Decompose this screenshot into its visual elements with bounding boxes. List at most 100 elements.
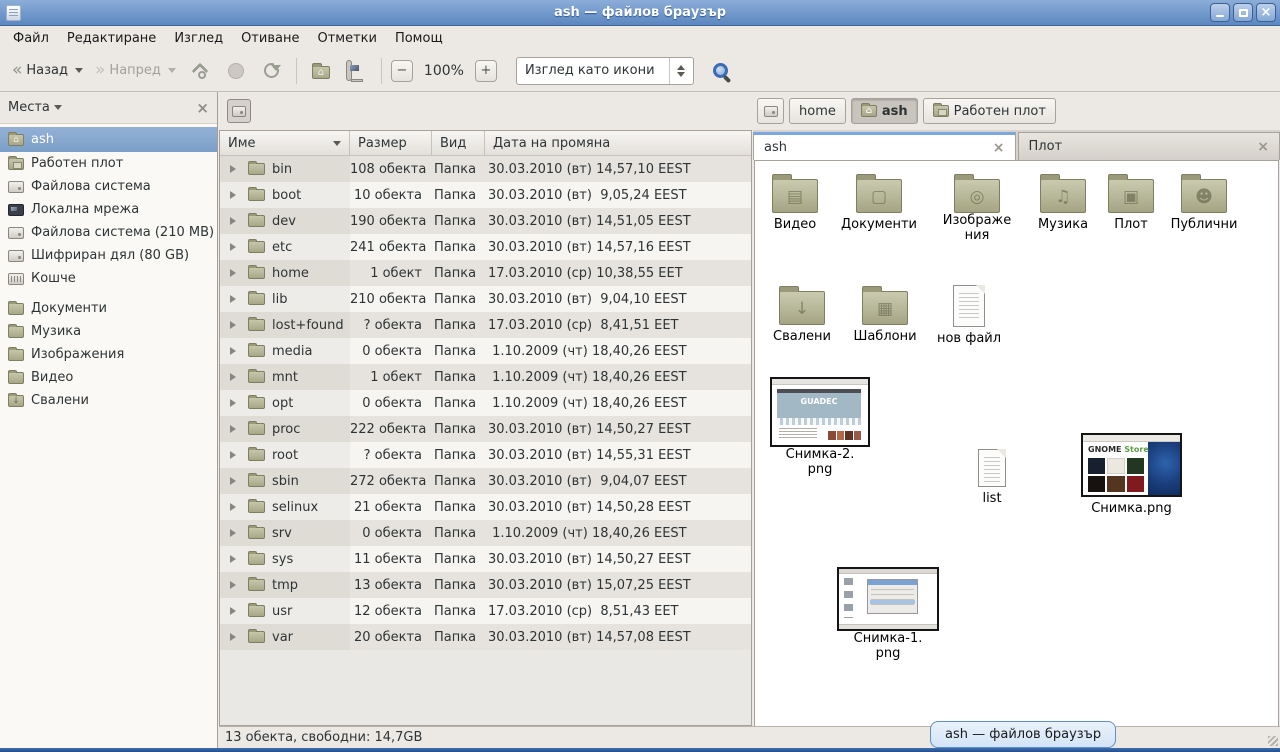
expander-icon[interactable] bbox=[230, 243, 236, 251]
computer-button[interactable] bbox=[340, 56, 374, 86]
root-drive-button[interactable] bbox=[227, 99, 251, 123]
folder-item-downloads[interactable]: ↓ Свалени bbox=[766, 285, 838, 344]
path-button-home[interactable]: home bbox=[789, 98, 846, 124]
table-row[interactable]: lost+found ? обекта Папка 17.03.2010 (ср… bbox=[220, 312, 751, 338]
menu-item[interactable]: Изглед bbox=[165, 28, 232, 49]
menu-item[interactable]: Редактиране bbox=[58, 28, 165, 49]
table-row[interactable]: opt 0 обекта Папка 1.10.2009 (чт) 18,40,… bbox=[220, 390, 751, 416]
home-button[interactable]: ⌂ bbox=[304, 56, 338, 86]
expander-icon[interactable] bbox=[230, 451, 236, 459]
view-mode-select[interactable]: Изглед като икони bbox=[516, 57, 694, 85]
sidebar-item[interactable]: Файлова система (210 MB) bbox=[0, 221, 217, 244]
expander-icon[interactable] bbox=[230, 191, 236, 199]
tab-close-icon[interactable]: × bbox=[1257, 139, 1269, 155]
column-header-size[interactable]: Размер bbox=[350, 131, 432, 155]
close-button[interactable]: × bbox=[1256, 3, 1276, 22]
table-row[interactable]: srv 0 обекта Папка 1.10.2009 (чт) 18,40,… bbox=[220, 520, 751, 546]
expander-icon[interactable] bbox=[230, 529, 236, 537]
folder-item-video[interactable]: ▤ Видео bbox=[763, 173, 827, 232]
minimize-button[interactable] bbox=[1210, 3, 1230, 22]
menu-item[interactable]: Файл bbox=[4, 28, 58, 49]
zoom-in-button[interactable]: + bbox=[475, 60, 497, 82]
file-item-snimka[interactable]: GNOME Store Снимка.png bbox=[1081, 433, 1182, 516]
expander-icon[interactable] bbox=[230, 269, 236, 277]
table-row[interactable]: usr 12 обекта Папка 17.03.2010 (ср) 8,51… bbox=[220, 598, 751, 624]
expander-icon[interactable] bbox=[230, 373, 236, 381]
expander-icon[interactable] bbox=[230, 555, 236, 563]
column-header-type[interactable]: Вид bbox=[432, 131, 485, 155]
sidebar-item[interactable]: Работен плот bbox=[0, 152, 217, 175]
expander-icon[interactable] bbox=[230, 347, 236, 355]
forward-button[interactable]: » Напред bbox=[89, 58, 182, 83]
sidebar-item[interactable]: Шифриран дял (80 GB) bbox=[0, 244, 217, 267]
table-row[interactable]: home 1 обект Папка 17.03.2010 (ср) 10,38… bbox=[220, 260, 751, 286]
table-row[interactable]: media 0 обекта Папка 1.10.2009 (чт) 18,4… bbox=[220, 338, 751, 364]
table-row[interactable]: selinux 21 обекта Папка 30.03.2010 (вт) … bbox=[220, 494, 751, 520]
file-item-snimka-1[interactable]: Снимка-1.png bbox=[837, 567, 939, 661]
table-row[interactable]: proc 222 обекта Папка 30.03.2010 (вт) 14… bbox=[220, 416, 751, 442]
table-row[interactable]: lib 210 обекта Папка 30.03.2010 (вт) 9,0… bbox=[220, 286, 751, 312]
table-row[interactable]: dev 190 обекта Папка 30.03.2010 (вт) 14,… bbox=[220, 208, 751, 234]
expander-icon[interactable] bbox=[230, 295, 236, 303]
sidebar-item[interactable]: Кошче bbox=[0, 267, 217, 290]
expander-icon[interactable] bbox=[230, 503, 236, 511]
resize-grip[interactable] bbox=[1268, 736, 1278, 746]
sidebar-item[interactable]: Видео bbox=[0, 366, 217, 389]
folder-item-templates[interactable]: ▦ Шаблони bbox=[847, 285, 923, 344]
view-mode-spinner[interactable] bbox=[669, 58, 693, 84]
expander-icon[interactable] bbox=[230, 607, 236, 615]
sidebar-item[interactable]: Музика bbox=[0, 320, 217, 343]
file-item-new-file[interactable]: нов файл bbox=[932, 283, 1006, 346]
expander-icon[interactable] bbox=[230, 581, 236, 589]
expander-icon[interactable] bbox=[230, 399, 236, 407]
expander-icon[interactable] bbox=[230, 633, 236, 641]
titlebar[interactable]: ash — файлов браузър × bbox=[0, 0, 1280, 26]
file-item-list[interactable]: list bbox=[962, 447, 1022, 506]
sidebar-item[interactable]: Локална мрежа bbox=[0, 198, 217, 221]
file-item-snimka-2[interactable]: GUADEC Снимка-2.png bbox=[770, 377, 870, 477]
up-button[interactable] bbox=[183, 56, 217, 86]
table-row[interactable]: bin 108 обекта Папка 30.03.2010 (вт) 14,… bbox=[220, 156, 751, 182]
tab-ash[interactable]: ash × bbox=[753, 132, 1016, 160]
sidebar-item[interactable]: Документи bbox=[0, 297, 217, 320]
sidebar-item[interactable]: ash bbox=[0, 127, 217, 152]
expander-icon[interactable] bbox=[230, 425, 236, 433]
path-button-desktop[interactable]: Работен плот bbox=[923, 98, 1056, 124]
table-row[interactable]: mnt 1 обект Папка 1.10.2009 (чт) 18,40,2… bbox=[220, 364, 751, 390]
sidebar-title-button[interactable]: Места bbox=[8, 100, 62, 115]
expander-icon[interactable] bbox=[230, 165, 236, 173]
reload-button[interactable] bbox=[255, 56, 289, 86]
menu-item[interactable]: Отиване bbox=[232, 28, 308, 49]
table-row[interactable]: var 20 обекта Папка 30.03.2010 (вт) 14,5… bbox=[220, 624, 751, 650]
sidebar-item[interactable]: Файлова система bbox=[0, 175, 217, 198]
table-row[interactable]: root ? обекта Папка 30.03.2010 (вт) 14,5… bbox=[220, 442, 751, 468]
folder-item-public[interactable]: ☻ Публични bbox=[1164, 173, 1244, 232]
column-header-date[interactable]: Дата на промяна bbox=[485, 131, 751, 155]
expander-icon[interactable] bbox=[230, 477, 236, 485]
sidebar-item[interactable]: Изображения bbox=[0, 343, 217, 366]
path-drive-button[interactable] bbox=[757, 98, 784, 124]
path-button-ash[interactable]: ash bbox=[851, 98, 918, 124]
zoom-out-button[interactable]: − bbox=[391, 60, 413, 82]
tab-close-icon[interactable]: × bbox=[993, 140, 1005, 156]
expander-icon[interactable] bbox=[230, 217, 236, 225]
table-row[interactable]: etc 241 обекта Папка 30.03.2010 (вт) 14,… bbox=[220, 234, 751, 260]
folder-item-pictures[interactable]: ◎ Изображения bbox=[939, 173, 1015, 243]
table-row[interactable]: tmp 13 обекта Папка 30.03.2010 (вт) 15,0… bbox=[220, 572, 751, 598]
folder-item-music[interactable]: ♫ Музика bbox=[1031, 173, 1095, 232]
table-row[interactable]: sbin 272 обекта Папка 30.03.2010 (вт) 9,… bbox=[220, 468, 751, 494]
maximize-button[interactable] bbox=[1233, 3, 1253, 22]
column-header-name[interactable]: Име bbox=[220, 131, 350, 155]
sidebar-close-icon[interactable]: × bbox=[196, 99, 209, 117]
sidebar-item[interactable]: Свалени bbox=[0, 389, 217, 412]
menu-item[interactable]: Отметки bbox=[308, 28, 385, 49]
folder-item-documents[interactable]: ▢ Документи bbox=[837, 173, 921, 232]
back-history-arrow[interactable] bbox=[75, 68, 83, 73]
table-row[interactable]: boot 10 обекта Папка 30.03.2010 (вт) 9,0… bbox=[220, 182, 751, 208]
back-button[interactable]: « Назад bbox=[6, 58, 89, 83]
menu-item[interactable]: Помощ bbox=[386, 28, 452, 49]
folder-item-desktop[interactable]: ▣ Плот bbox=[1103, 173, 1159, 232]
table-row[interactable]: sys 11 обекта Папка 30.03.2010 (вт) 14,5… bbox=[220, 546, 751, 572]
expander-icon[interactable] bbox=[230, 321, 236, 329]
search-button[interactable] bbox=[704, 56, 738, 86]
